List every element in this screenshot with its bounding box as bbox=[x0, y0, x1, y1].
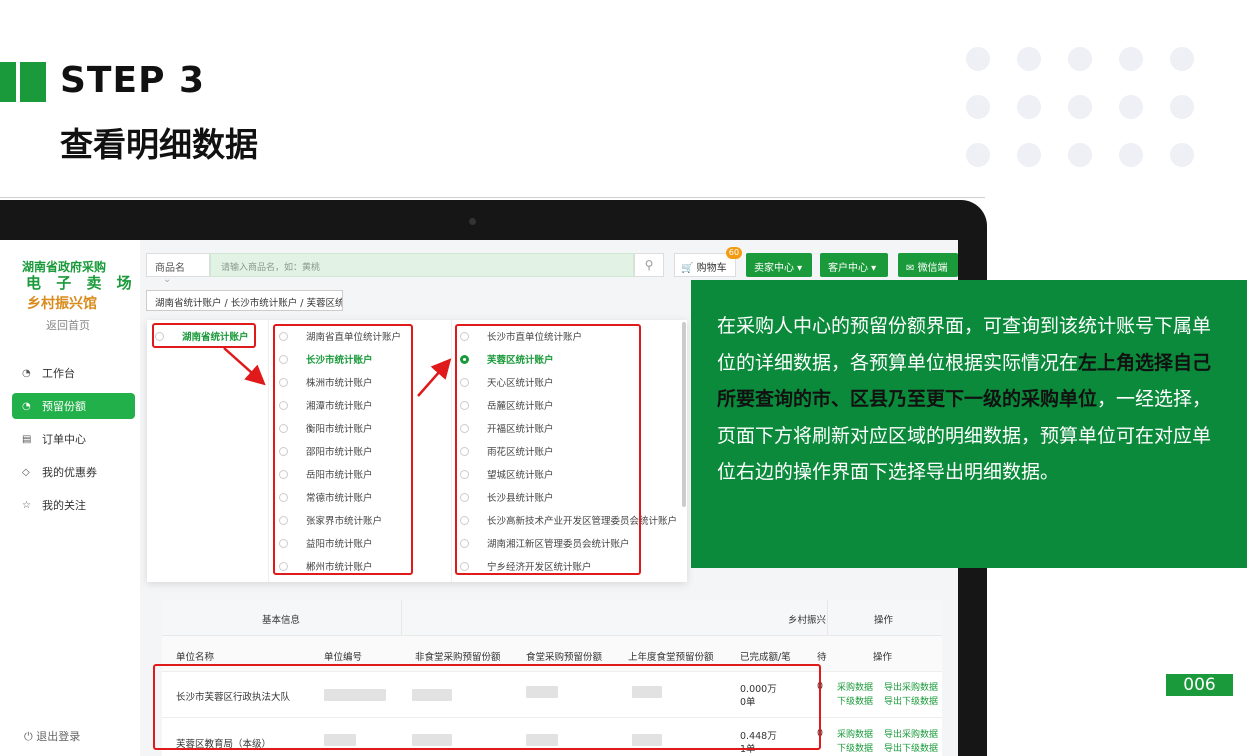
export-purchase-data-link[interactable]: 导出采购数据 bbox=[884, 727, 938, 740]
page-number: 006 bbox=[1166, 674, 1233, 696]
logo-line2: 电 子 卖 场 bbox=[26, 274, 137, 292]
step-title: STEP 3 bbox=[60, 60, 206, 101]
column-header: 单位编号 bbox=[324, 652, 363, 663]
power-icon: ⏻ bbox=[24, 730, 37, 743]
divider bbox=[0, 197, 985, 198]
search-icon[interactable]: ⚲ bbox=[634, 253, 664, 277]
sidebar-item-follows[interactable]: ☆ 我的关注 bbox=[12, 492, 135, 518]
column-header: 非食堂采购预留份额 bbox=[415, 652, 501, 663]
sidebar-item-reserved-share[interactable]: ◔ 预留份额 bbox=[12, 393, 135, 419]
logout-button[interactable]: ⏻ 退出登录 bbox=[24, 728, 80, 744]
step-accent-bar bbox=[0, 62, 16, 102]
column-header: 已完成额/笔 bbox=[740, 652, 791, 663]
table-group-header: 乡村振兴 bbox=[402, 600, 827, 636]
sidebar-item-workbench[interactable]: ◔ 工作台 bbox=[12, 360, 135, 386]
highlight-box bbox=[152, 323, 256, 348]
table-group-header: 操作 bbox=[827, 600, 942, 636]
export-sub-data-link[interactable]: 导出下级数据 bbox=[884, 694, 938, 707]
customer-center-button[interactable]: 客户中心 ▾ bbox=[820, 253, 888, 277]
star-icon: ☆ bbox=[22, 499, 31, 511]
highlight-box bbox=[455, 324, 641, 575]
column-header: 单位名称 bbox=[176, 652, 215, 663]
sub-data-link[interactable]: 下级数据 bbox=[837, 741, 873, 754]
export-sub-data-link[interactable]: 导出下级数据 bbox=[884, 741, 938, 754]
camera-icon bbox=[469, 218, 476, 225]
purchase-data-link[interactable]: 采购数据 bbox=[837, 680, 873, 693]
home-link[interactable]: 返回首页 bbox=[46, 317, 90, 333]
sub-data-link[interactable]: 下级数据 bbox=[837, 694, 873, 707]
clock-icon: ◔ bbox=[22, 367, 31, 379]
document-icon: ▤ bbox=[22, 433, 32, 445]
column-header: 食堂采购预留份额 bbox=[526, 652, 603, 663]
highlight-box bbox=[153, 664, 821, 750]
chevron-down-icon: ⌄ bbox=[163, 274, 172, 285]
cart-count-badge: 60 bbox=[726, 247, 742, 259]
column-header: 操作 bbox=[873, 652, 893, 663]
column-header: 上年度食堂预留份额 bbox=[628, 652, 714, 663]
scrollbar[interactable] bbox=[682, 322, 686, 507]
export-purchase-data-link[interactable]: 导出采购数据 bbox=[884, 680, 938, 693]
purchase-data-link[interactable]: 采购数据 bbox=[837, 727, 873, 740]
highlight-box bbox=[273, 324, 413, 575]
search-category-select[interactable]: 商品名⌄ bbox=[146, 253, 210, 285]
search-input[interactable]: 请输入商品名，如：黄桃 bbox=[210, 253, 634, 277]
step-subtitle: 查看明细数据 bbox=[60, 125, 258, 164]
sidebar: 湖南省政府采购 电 子 卖 场 乡村振兴馆 返回首页 ◔ 工作台 ◔ 预留份额 ▤ 订… bbox=[0, 240, 140, 756]
region-cascader-select[interactable]: 湖南省统计账户 / 长沙市统计账户 / 芙蓉区统计账户 bbox=[146, 290, 343, 311]
logo-line3: 乡村振兴馆 bbox=[27, 296, 97, 312]
wechat-button[interactable]: ✉ 微信端 bbox=[898, 253, 958, 277]
sidebar-item-orders[interactable]: ▤ 订单中心 bbox=[12, 426, 135, 452]
tag-icon: ◇ bbox=[22, 466, 30, 478]
seller-center-button[interactable]: 卖家中心 ▾ bbox=[746, 253, 812, 277]
table-group-header: 基本信息 bbox=[162, 600, 402, 636]
decorative-dot-grid bbox=[966, 47, 1206, 167]
column-header: 待 bbox=[817, 652, 827, 663]
cart-icon: 🛒 bbox=[681, 263, 694, 274]
wechat-icon: ✉ bbox=[906, 263, 918, 274]
clock-icon: ◔ bbox=[22, 400, 31, 412]
sidebar-item-coupons[interactable]: ◇ 我的优惠券 bbox=[12, 459, 135, 485]
top-bar: 商品名⌄ 请输入商品名，如：黄桃 ⚲ 🛒 购物车 60 卖家中心 ▾ 客户中心 … bbox=[146, 247, 958, 285]
step-accent-bar bbox=[20, 62, 46, 102]
info-callout: 在采购人中心的预留份额界面，可查询到该统计账号下属单位的详细数据，各预算单位根据… bbox=[691, 280, 1247, 568]
